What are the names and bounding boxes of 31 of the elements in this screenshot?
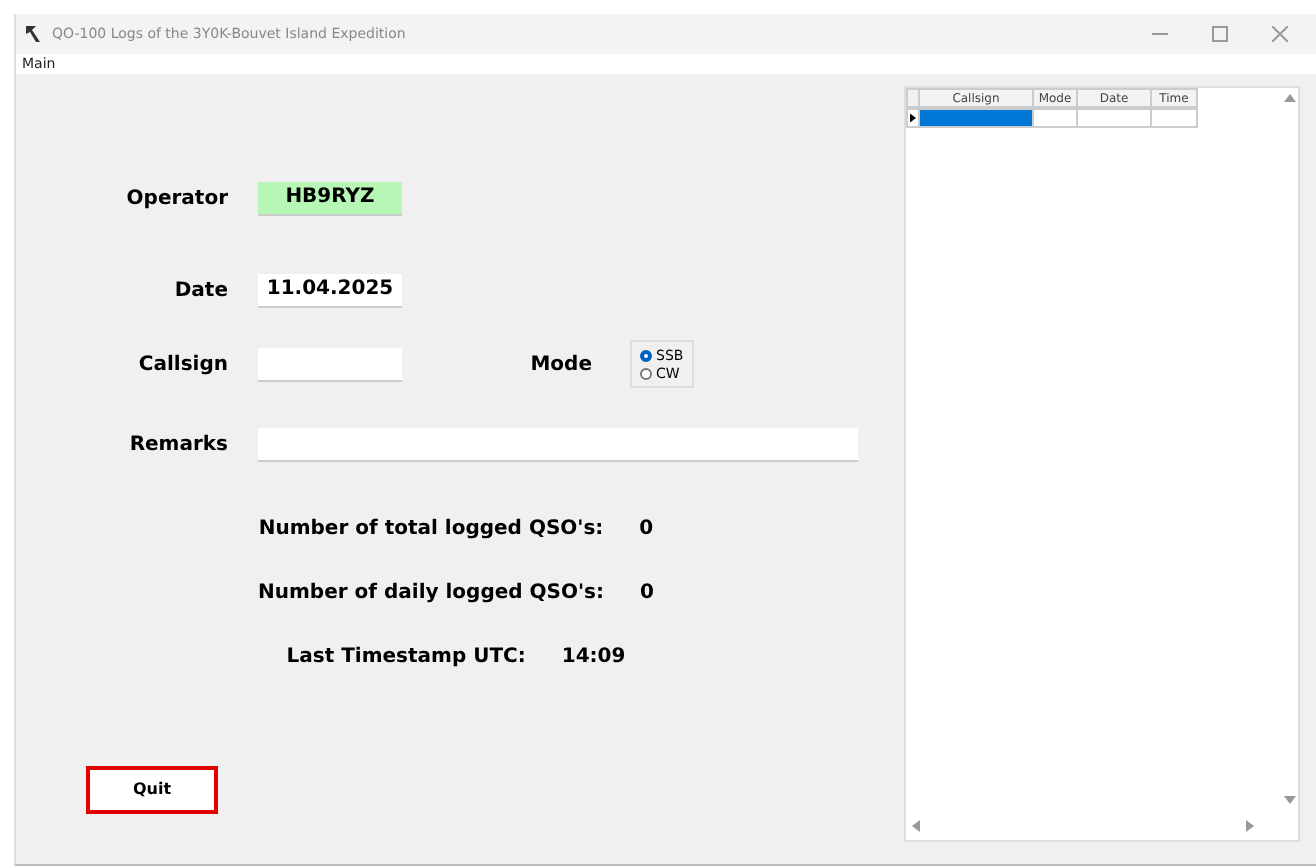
header-corner-cell (906, 88, 920, 108)
scroll-down-icon[interactable] (1284, 796, 1296, 804)
date-field[interactable]: 11.04.2025 (258, 273, 402, 307)
field-label: Date (172, 279, 230, 301)
scroll-left-icon[interactable] (912, 820, 920, 832)
stat-value: 14:09 (561, 645, 626, 667)
stat-label: Number of total logged QSO's: (258, 517, 604, 539)
stat-value: 0 (639, 517, 654, 539)
stat-label: Last Timestamp UTC: (286, 645, 526, 667)
field-label: Mode (528, 353, 594, 375)
radio-button[interactable] (640, 368, 652, 380)
table-cell[interactable] (1034, 108, 1078, 128)
scroll-right-icon[interactable] (1246, 820, 1254, 832)
field-label: Callsign (136, 353, 230, 375)
field-label: Remarks (127, 433, 230, 455)
table-cell[interactable] (1152, 108, 1198, 128)
app-icon (24, 24, 44, 44)
field-label: Operator (124, 187, 230, 209)
quit-button[interactable]: Quit (86, 765, 218, 813)
close-icon[interactable] (1272, 26, 1288, 42)
table-cell[interactable] (1078, 108, 1152, 128)
stat-label: Number of daily logged QSO's: (258, 581, 604, 603)
table-cell[interactable] (920, 108, 1034, 128)
callsign-field[interactable] (258, 347, 402, 381)
row-pointer-icon (906, 108, 920, 128)
radio-button[interactable] (640, 350, 652, 362)
operator-field[interactable]: HB9RYZ (258, 181, 402, 215)
remarks-field[interactable] (258, 427, 858, 461)
maximize-icon[interactable] (1212, 26, 1228, 42)
stat-value: 0 (640, 581, 654, 603)
scroll-up-icon[interactable] (1284, 94, 1296, 102)
